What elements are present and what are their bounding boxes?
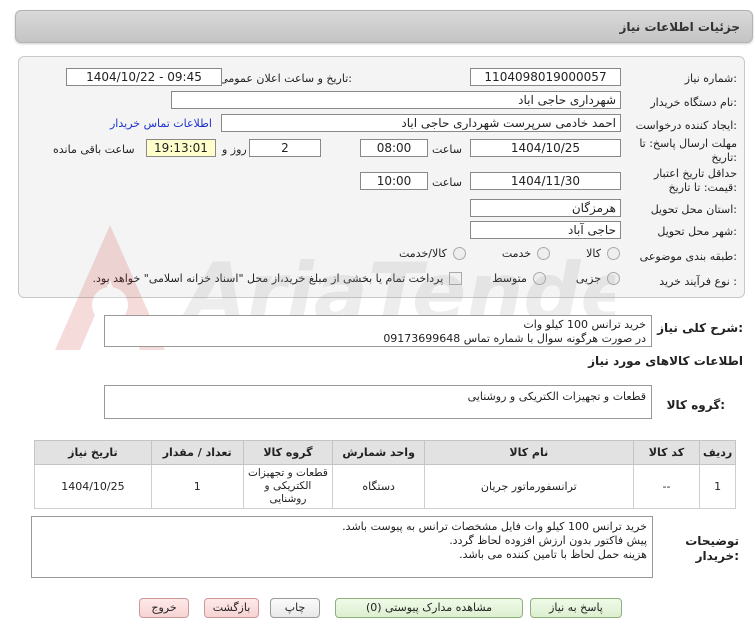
page-header: جزئیات اطلاعات نیاز	[15, 10, 753, 43]
cell-unit: دستگاه	[332, 464, 426, 509]
cell-date: 1404/10/25	[34, 464, 152, 509]
need-number-label: شماره نیاز:	[684, 72, 737, 85]
category-radio-goods[interactable]	[607, 247, 620, 260]
buyer-org-label: نام دستگاه خریدار:	[650, 96, 737, 109]
validity-time-label: ساعت	[432, 176, 462, 189]
deadline-date-field: 1404/10/25	[470, 139, 621, 157]
treasury-checkbox[interactable]	[449, 272, 463, 285]
province-label: استان محل تحویل:	[650, 203, 737, 216]
goods-section-title: اطلاعات کالاهای مورد نیاز	[588, 354, 743, 368]
validity-time-field: 10:00	[360, 172, 428, 190]
description-label: شرح کلی نیاز:	[657, 321, 743, 335]
deadline-time-label: ساعت	[432, 143, 462, 156]
category-option-goods: کالا	[586, 247, 601, 260]
buyer-org-field: شهرداری حاجی اباد	[171, 91, 621, 109]
back-button[interactable]: بازگشت	[204, 598, 259, 618]
goods-group-value: قطعات و تجهیزات الکتریکی و روشنایی	[467, 390, 646, 403]
process-label: نوع فرآیند خرید :	[659, 275, 737, 288]
need-number-field: 1104098019000057	[470, 68, 621, 86]
validity-label-2: قیمت: تا تاریخ:	[668, 181, 737, 194]
validity-label: حداقل تاریخ اعتبار	[653, 167, 737, 180]
remaining-time-field: 19:13:01	[146, 139, 216, 157]
exit-button[interactable]: خروج	[139, 598, 189, 618]
goods-table-wrap: ردیف کد کالا نام کالا واحد شمارش گروه کا…	[34, 440, 736, 509]
description-line-2: در صورت هرگونه سوال با شماره تماس 091736…	[383, 332, 646, 345]
treasury-note: پرداخت تمام یا بخشی از مبلغ خرید،از محل …	[92, 272, 444, 285]
city-label: شهر محل تحویل:	[657, 225, 737, 238]
cell-qty: 1	[150, 464, 244, 509]
deadline-label-2: تاریخ:	[711, 151, 737, 164]
announce-label: تاریخ و ساعت اعلان عمومی:	[219, 72, 352, 85]
goods-group-label: گروه کالا:	[666, 398, 725, 412]
category-option-both: کالا/خدمت	[399, 247, 447, 260]
remaining-label: ساعت باقی مانده	[53, 143, 135, 156]
col-unit: واحد شمارش	[332, 440, 426, 465]
description-line-1: خرید ترانس 100 کیلو وات	[523, 318, 646, 331]
cell-name: ترانسفورماتور جریان	[424, 464, 634, 509]
cell-row: 1	[699, 464, 736, 509]
col-row: ردیف	[699, 440, 736, 465]
category-radio-service[interactable]	[537, 247, 551, 260]
creator-field: احمد خادمی سرپرست شهرداری حاجی اباد	[221, 114, 621, 132]
buyer-notes-box: خرید ترانس 100 کیلو وات فایل مشخصات تران…	[31, 516, 653, 578]
category-radio-both[interactable]	[452, 247, 466, 260]
col-qty: تعداد / مقدار	[150, 440, 244, 465]
deadline-label: مهلت ارسال پاسخ: تا	[639, 137, 737, 150]
col-name: نام کالا	[424, 440, 634, 465]
goods-table: ردیف کد کالا نام کالا واحد شمارش گروه کا…	[34, 440, 736, 509]
reply-button[interactable]: پاسخ به نیاز	[530, 598, 622, 618]
buyer-notes-label-2: خریدار:	[695, 549, 739, 563]
buyer-notes-line-2: پیش فاکتور بدون ارزش افزوده لحاظ گردد.	[449, 534, 647, 547]
buyer-contact-link[interactable]: اطلاعات تماس خریدار	[110, 117, 212, 130]
category-label: طبقه بندی موضوعی:	[639, 250, 737, 263]
announce-field: 1404/10/22 - 09:45	[66, 68, 222, 86]
col-group: گروه کالا	[242, 440, 334, 465]
deadline-time-field: 08:00	[360, 139, 428, 157]
description-box: خرید ترانس 100 کیلو وات در صورت هرگونه س…	[104, 315, 652, 347]
col-code: کد کالا	[632, 440, 701, 465]
cell-group: قطعات و تجهیزات الکتریکی و روشنایی	[242, 464, 334, 509]
table-row: 1 -- ترانسفورماتور جریان دستگاه قطعات و …	[34, 464, 736, 509]
buyer-notes-label: توضیحات	[685, 534, 739, 548]
buyer-notes-line-1: خرید ترانس 100 کیلو وات فایل مشخصات تران…	[342, 520, 647, 533]
days-field: 2	[249, 139, 321, 157]
page-title: جزئیات اطلاعات نیاز	[619, 20, 740, 34]
process-radio-minor[interactable]	[607, 272, 620, 285]
category-option-service: خدمت	[501, 247, 532, 260]
col-date: تاریخ نیاز	[34, 440, 152, 465]
days-label: روز و	[222, 143, 247, 156]
city-field: حاجی آباد	[470, 221, 621, 239]
goods-group-box: قطعات و تجهیزات الکتریکی و روشنایی	[104, 385, 652, 419]
creator-label: ایجاد کننده درخواست:	[635, 119, 737, 132]
process-radio-medium[interactable]	[532, 272, 546, 285]
buyer-notes-line-3: هزینه حمل لحاظ با تامین کننده می باشد.	[459, 548, 647, 561]
category-options: کالا خدمت کالا/خدمت	[399, 247, 620, 260]
print-button[interactable]: چاپ	[270, 598, 320, 618]
view-attachments-button[interactable]: مشاهده مدارک پیوستی (0)	[335, 598, 523, 618]
validity-date-field: 1404/11/30	[470, 172, 621, 190]
process-option-minor: جزیی	[575, 272, 601, 285]
process-options: جزیی متوسط پرداخت تمام یا بخشی از مبلغ خ…	[93, 272, 620, 285]
cell-code: --	[632, 464, 701, 509]
province-field: هرمزگان	[470, 199, 621, 217]
process-option-medium: متوسط	[492, 272, 527, 285]
